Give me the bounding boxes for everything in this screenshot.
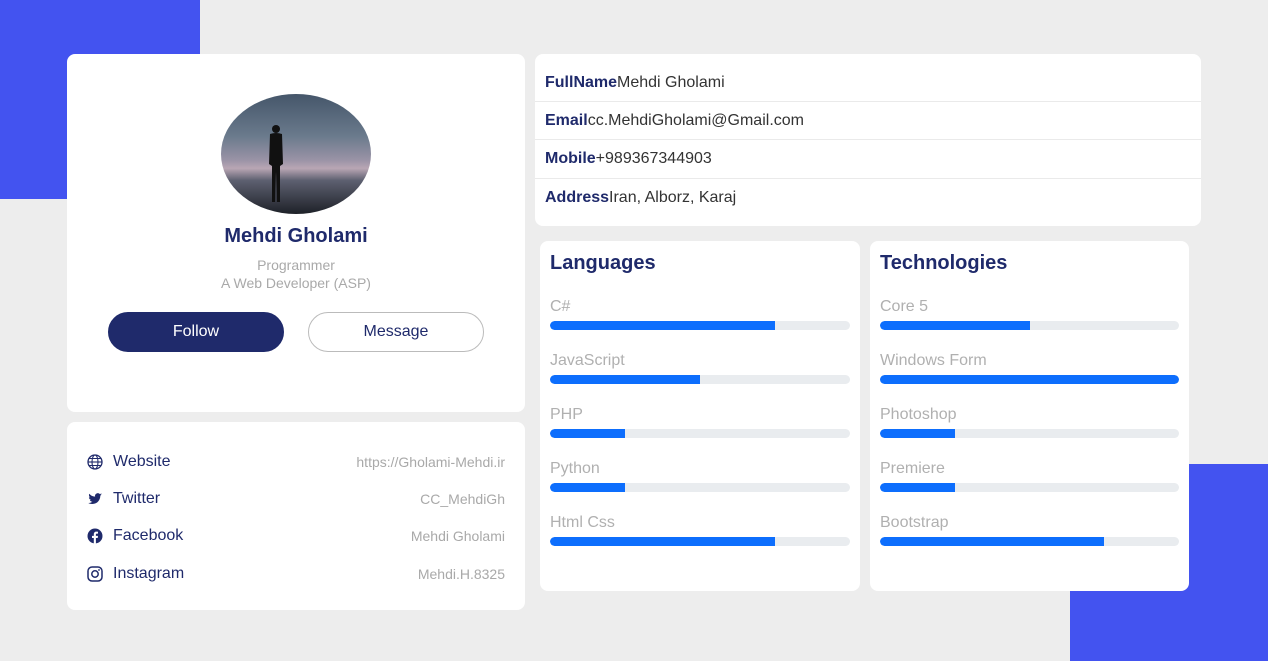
progress-track [550, 429, 850, 438]
profile-card: Mehdi Gholami Programmer A Web Developer… [67, 54, 525, 412]
instagram-icon [87, 566, 103, 582]
info-row-address: Address Iran, Alborz, Karaj [535, 179, 1201, 217]
progress-track [550, 537, 850, 546]
profile-name: Mehdi Gholami [224, 225, 368, 247]
skill-item: Windows Form [880, 351, 1179, 384]
info-row-mobile: Mobile +989367344903 [535, 140, 1201, 179]
info-row-fullname: FullName Mehdi Gholami [535, 64, 1201, 102]
social-value[interactable]: CC_MehdiGh [420, 491, 505, 507]
progress-track [880, 537, 1179, 546]
globe-icon [87, 454, 103, 470]
progress-fill [550, 321, 775, 330]
info-key: Address [545, 189, 610, 206]
social-value[interactable]: Mehdi.H.8325 [418, 566, 505, 582]
info-value: Iran, Alborz, Karaj [609, 189, 737, 206]
social-row-instagram[interactable]: Instagram Mehdi.H.8325 [87, 563, 505, 585]
info-key: FullName [545, 73, 618, 91]
facebook-icon [87, 528, 103, 544]
social-links-card: Website https://Gholami-Mehdi.ir Twitter… [67, 422, 525, 610]
message-button[interactable]: Message [308, 312, 484, 352]
progress-fill [880, 429, 955, 438]
progress-track [550, 321, 850, 330]
skill-item: Premiere [880, 459, 1179, 492]
skill-name: Python [550, 460, 600, 477]
skill-item: Core 5 [880, 297, 1179, 330]
progress-fill [550, 483, 625, 492]
avatar [221, 94, 371, 214]
info-key: Email [545, 111, 588, 129]
technologies-title: Technologies [880, 252, 1008, 274]
skill-item: Python [550, 459, 850, 492]
progress-fill [880, 537, 1105, 546]
skill-name: Photoshop [880, 406, 957, 423]
info-value: cc.MehdiGholami@Gmail.com [587, 111, 804, 129]
skill-item: JavaScript [550, 351, 850, 384]
profile-role: Programmer [257, 257, 335, 273]
progress-fill [880, 321, 1030, 330]
progress-fill [880, 483, 955, 492]
languages-card: Languages C# JavaScript PHP Python Html … [540, 241, 860, 591]
skill-name: Html Css [550, 514, 615, 531]
progress-track [550, 375, 850, 384]
info-row-email: Email cc.MehdiGholami@Gmail.com [535, 102, 1201, 140]
social-row-website[interactable]: Website https://Gholami-Mehdi.ir [87, 451, 505, 473]
skill-item: PHP [550, 405, 850, 438]
skill-name: PHP [550, 406, 583, 423]
skill-item: C# [550, 297, 850, 330]
progress-track [550, 483, 850, 492]
social-value[interactable]: Mehdi Gholami [411, 528, 505, 544]
info-key: Mobile [545, 150, 596, 167]
info-value: Mehdi Gholami [617, 73, 725, 91]
progress-track [880, 375, 1179, 384]
progress-track [880, 429, 1179, 438]
skill-name: C# [550, 298, 571, 315]
progress-track [880, 483, 1179, 492]
progress-fill [550, 537, 775, 546]
skill-name: Premiere [880, 460, 945, 477]
social-row-twitter[interactable]: Twitter CC_MehdiGh [87, 488, 505, 510]
languages-title: Languages [550, 252, 656, 274]
social-value[interactable]: https://Gholami-Mehdi.ir [356, 454, 505, 470]
skill-name: Bootstrap [880, 514, 949, 531]
social-label: Website [113, 453, 171, 470]
progress-fill [550, 375, 700, 384]
technologies-card: Technologies Core 5 Windows Form Photosh… [870, 241, 1189, 591]
skill-item: Html Css [550, 513, 850, 546]
progress-track [880, 321, 1179, 330]
info-value: +989367344903 [595, 150, 712, 167]
skill-item: Photoshop [880, 405, 1179, 438]
skill-name: Windows Form [880, 352, 987, 369]
profile-description: A Web Developer (ASP) [221, 275, 371, 291]
social-label: Twitter [113, 490, 161, 507]
contact-info-card: FullName Mehdi Gholami Email cc.MehdiGhola… [535, 54, 1201, 226]
social-row-facebook[interactable]: Facebook Mehdi Gholami [87, 525, 505, 547]
social-label: Instagram [113, 565, 185, 582]
silhouette-image [269, 125, 283, 202]
skill-item: Bootstrap [880, 513, 1179, 546]
twitter-icon [87, 491, 103, 507]
social-label: Facebook [113, 527, 184, 544]
follow-button[interactable]: Follow [108, 312, 284, 352]
skill-name: Core 5 [880, 298, 929, 315]
skill-name: JavaScript [550, 352, 625, 369]
progress-fill [880, 375, 1179, 384]
progress-fill [550, 429, 625, 438]
